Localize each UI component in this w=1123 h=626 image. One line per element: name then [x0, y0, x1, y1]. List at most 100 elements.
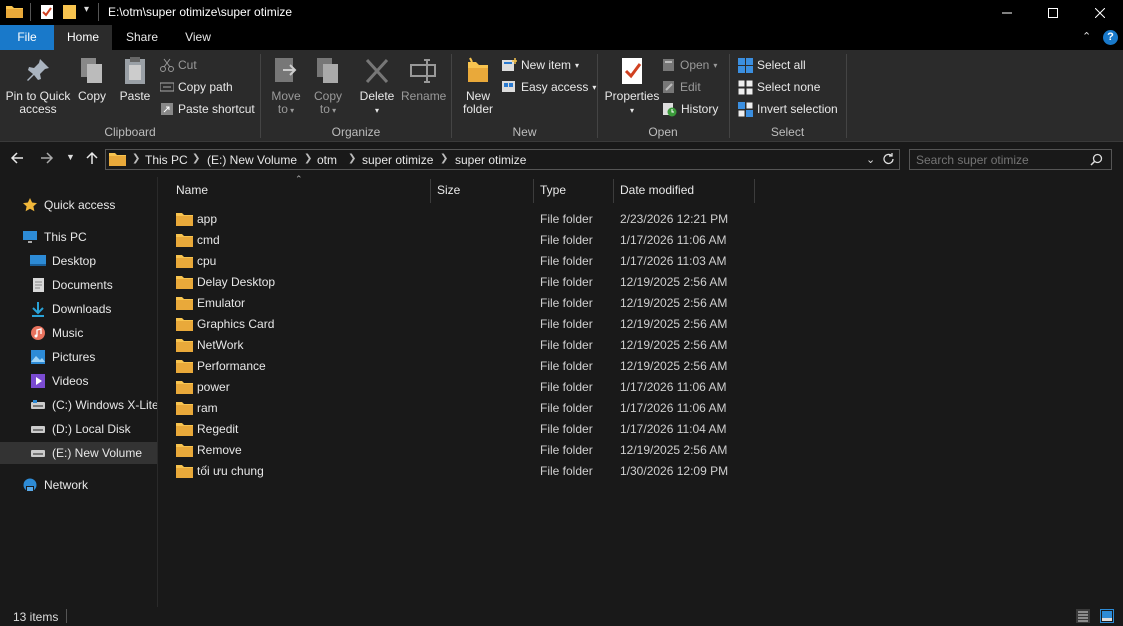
- paste-button[interactable]: Paste: [116, 56, 154, 103]
- minimize-button[interactable]: [984, 0, 1030, 25]
- search-icon[interactable]: [1090, 153, 1103, 169]
- column-divider[interactable]: [533, 179, 534, 203]
- file-row[interactable]: power File folder 1/17/2026 11:06 AM: [173, 377, 773, 398]
- file-row[interactable]: Regedit File folder 1/17/2026 11:04 AM: [173, 419, 773, 440]
- file-row[interactable]: ram File folder 1/17/2026 11:06 AM: [173, 398, 773, 419]
- customize-quick-access-icon[interactable]: ▾: [84, 4, 89, 20]
- nav-music[interactable]: Music: [0, 322, 157, 344]
- breadcrumb-separator-icon[interactable]: ❯: [440, 153, 448, 164]
- nav-videos[interactable]: Videos: [0, 370, 157, 392]
- copy-path-button[interactable]: Copy path: [160, 78, 233, 96]
- column-header-date-modified[interactable]: Date modified: [620, 183, 694, 197]
- tab-file[interactable]: File: [0, 25, 54, 50]
- close-button[interactable]: [1076, 0, 1123, 25]
- cut-button[interactable]: Cut: [160, 56, 197, 74]
- rename-icon: [410, 59, 436, 83]
- open-button[interactable]: Open ▾: [662, 56, 717, 74]
- file-row[interactable]: cpu File folder 1/17/2026 11:03 AM: [173, 251, 773, 272]
- nav-downloads[interactable]: Downloads: [0, 298, 157, 320]
- column-header-name[interactable]: Name: [176, 183, 208, 197]
- select-all-button[interactable]: Select all: [738, 56, 806, 74]
- breadcrumb-super-otimize[interactable]: super otimize: [362, 153, 433, 167]
- up-icon[interactable]: [85, 151, 99, 168]
- copy-to-icon: [317, 58, 338, 83]
- collapse-ribbon-icon[interactable]: ⌃: [1082, 30, 1091, 43]
- breadcrumb-this-pc[interactable]: This PC: [145, 153, 188, 167]
- breadcrumb-e-drive[interactable]: (E:) New Volume: [207, 153, 297, 167]
- nav-c-drive[interactable]: (C:) Windows X-Lite: [0, 394, 159, 416]
- paste-shortcut-label: Paste shortcut: [178, 102, 255, 116]
- breadcrumb-separator-icon[interactable]: ❯: [132, 153, 140, 164]
- folder-icon: [176, 234, 193, 247]
- select-all-label: Select all: [757, 58, 806, 72]
- file-row[interactable]: Remove File folder 12/19/2025 2:56 AM: [173, 440, 773, 461]
- forward-icon[interactable]: [40, 151, 54, 168]
- file-row[interactable]: Performance File folder 12/19/2025 2:56 AM: [173, 356, 773, 377]
- copy-path-label: Copy path: [178, 80, 233, 94]
- new-folder-quick-icon[interactable]: [62, 4, 77, 20]
- select-none-button[interactable]: Select none: [738, 78, 820, 96]
- move-to-button[interactable]: Move to ▾: [267, 56, 305, 117]
- file-type: File folder: [540, 380, 593, 394]
- column-divider[interactable]: [754, 179, 755, 203]
- large-icons-view-icon[interactable]: [1100, 609, 1114, 626]
- column-divider[interactable]: [613, 179, 614, 203]
- recent-locations-icon[interactable]: ▼: [66, 152, 75, 162]
- refresh-icon[interactable]: [882, 152, 895, 169]
- paste-shortcut-button[interactable]: Paste shortcut: [160, 100, 255, 118]
- nav-desktop[interactable]: Desktop: [0, 250, 157, 272]
- search-input[interactable]: [916, 151, 1086, 168]
- file-row[interactable]: Emulator File folder 12/19/2025 2:56 AM: [173, 293, 773, 314]
- column-header-type[interactable]: Type: [540, 183, 566, 197]
- edit-button[interactable]: Edit: [662, 78, 701, 96]
- properties-label: Properties: [604, 89, 660, 103]
- properties-quick-icon[interactable]: [40, 4, 54, 20]
- new-folder-button[interactable]: New folder: [456, 56, 500, 116]
- column-header-size[interactable]: Size: [437, 183, 460, 197]
- help-icon[interactable]: ?: [1103, 30, 1118, 45]
- breadcrumb-separator-icon[interactable]: ❯: [192, 153, 200, 164]
- nav-documents[interactable]: Documents: [0, 274, 157, 296]
- history-label: History: [681, 102, 719, 116]
- history-button[interactable]: History: [662, 100, 718, 118]
- file-row[interactable]: cmd File folder 1/17/2026 11:06 AM: [173, 230, 773, 251]
- invert-selection-button[interactable]: Invert selection: [738, 100, 838, 118]
- easy-access-button[interactable]: Easy access ▾: [502, 78, 596, 96]
- breadcrumb-super-otimize-current[interactable]: super otimize: [455, 153, 526, 167]
- maximize-button[interactable]: [1030, 0, 1076, 25]
- nav-pictures[interactable]: Pictures: [0, 346, 157, 368]
- file-row[interactable]: NetWork File folder 12/19/2025 2:56 AM: [173, 335, 773, 356]
- new-item-button[interactable]: New item ▾: [502, 56, 579, 74]
- file-date-modified: 2/23/2026 12:21 PM: [620, 212, 729, 226]
- file-row[interactable]: tối ưu chung File folder 1/30/2026 12:09 P…: [173, 461, 773, 482]
- breadcrumb-otm[interactable]: otm: [317, 153, 337, 167]
- breadcrumb-separator-icon[interactable]: ❯: [348, 153, 356, 164]
- properties-button[interactable]: Properties ▾: [602, 56, 662, 117]
- nav-quick-access[interactable]: Quick access: [0, 194, 157, 216]
- file-name: Emulator: [197, 296, 246, 310]
- back-icon[interactable]: [10, 151, 24, 168]
- copy-to-button[interactable]: Copy to ▾: [309, 56, 347, 117]
- details-view-icon[interactable]: [1076, 609, 1090, 626]
- column-divider[interactable]: [430, 179, 431, 203]
- copy-button[interactable]: Copy: [74, 56, 110, 103]
- rename-button[interactable]: Rename: [401, 56, 446, 103]
- folder-icon: [176, 339, 193, 352]
- tab-share[interactable]: Share: [112, 25, 172, 50]
- tab-view[interactable]: View: [172, 25, 224, 50]
- nav-this-pc[interactable]: This PC: [0, 226, 157, 248]
- nav-d-drive[interactable]: (D:) Local Disk: [0, 418, 157, 440]
- breadcrumb-separator-icon[interactable]: ❯: [304, 153, 312, 164]
- nav-e-drive[interactable]: (E:) New Volume: [0, 442, 157, 464]
- address-dropdown-icon[interactable]: ⌄: [866, 153, 875, 166]
- address-bar[interactable]: ❯ This PC ❯ (E:) New Volume ❯ otm ❯ supe…: [105, 149, 900, 170]
- delete-button[interactable]: Delete ▾: [357, 56, 397, 117]
- file-row[interactable]: app File folder 2/23/2026 12:21 PM: [173, 209, 773, 230]
- pin-to-quick-access-button[interactable]: Pin to Quick access: [4, 56, 72, 116]
- file-row[interactable]: Delay Desktop File folder 12/19/2025 2:56 …: [173, 272, 773, 293]
- sort-ascending-icon: ⌃: [295, 174, 303, 184]
- tab-home[interactable]: Home: [54, 25, 112, 50]
- delete-label: Delete: [359, 89, 395, 103]
- file-row[interactable]: Graphics Card File folder 12/19/2025 2:56 …: [173, 314, 773, 335]
- nav-network[interactable]: Network: [0, 474, 157, 496]
